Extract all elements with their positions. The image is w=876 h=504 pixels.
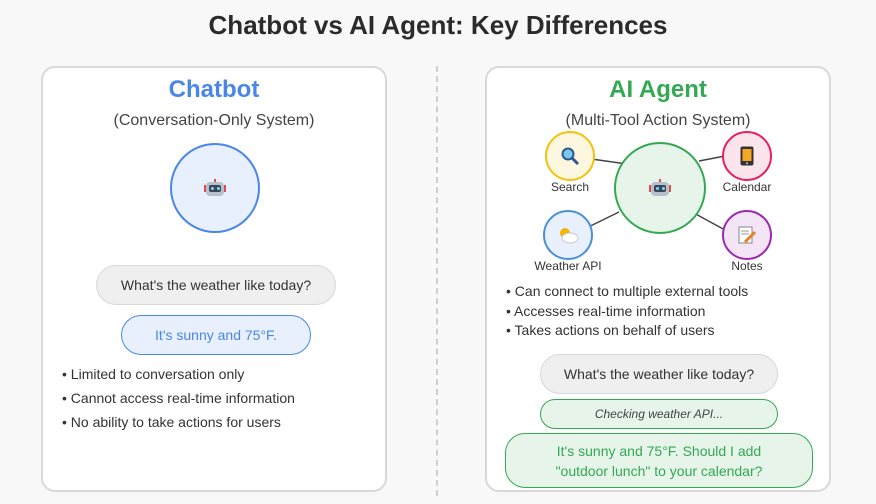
agent-answer-bubble: It's sunny and 75°F. Should I add "outdo… <box>505 433 813 488</box>
chatbot-panel: Chatbot (Conversation-Only System) What'… <box>41 66 387 492</box>
agent-status-bubble: Checking weather API... <box>540 399 778 429</box>
weather-tool-node <box>543 210 593 260</box>
chatbot-robot-circle <box>170 143 260 233</box>
chatbot-bullet: Cannot access real-time information <box>62 386 295 410</box>
search-tool-node <box>545 131 595 181</box>
calendar-label: Calendar <box>722 180 772 194</box>
agent-capabilities-list: Can connect to multiple external tools A… <box>506 282 748 341</box>
robot-icon <box>649 179 671 197</box>
robot-icon <box>204 179 226 197</box>
chatbot-bullet: Limited to conversation only <box>62 362 295 386</box>
weather-api-label: Weather API <box>534 259 602 273</box>
page-title: Chatbot vs AI Agent: Key Differences <box>208 10 668 40</box>
memo-icon <box>738 226 757 244</box>
search-icon <box>561 147 580 166</box>
agent-bullet: Accesses real-time information <box>506 302 748 322</box>
agent-status-text: Checking weather API... <box>594 407 724 421</box>
chatbot-question-bubble: What's the weather like today? <box>96 265 336 305</box>
phone-icon <box>740 146 754 166</box>
agent-bullet: Can connect to multiple external tools <box>506 282 748 302</box>
chatbot-title: Chatbot <box>168 76 260 103</box>
chatbot-subtitle: (Conversation-Only System) <box>113 112 315 129</box>
center-divider <box>436 66 438 496</box>
sun-cloud-icon <box>560 228 579 244</box>
agent-bullet: Takes actions on behalf of users <box>506 321 748 341</box>
agent-answer-line: It's sunny and 75°F. Should I add <box>556 442 762 459</box>
search-label: Search <box>550 180 590 194</box>
agent-answer-line: "outdoor lunch" to your calendar? <box>555 462 763 479</box>
agent-panel: AI Agent (Multi-Tool Action System) Sear… <box>485 66 831 492</box>
agent-question-bubble: What's the weather like today? <box>540 354 778 394</box>
chatbot-bullet: No ability to take actions for users <box>62 410 295 434</box>
notes-tool-node <box>722 210 772 260</box>
tool-connections <box>569 155 726 237</box>
agent-robot-circle <box>614 142 706 234</box>
chatbot-limitations-list: Limited to conversation only Cannot acce… <box>62 362 295 434</box>
agent-question-text: What's the weather like today? <box>563 366 755 382</box>
chatbot-answer-text: It's sunny and 75°F. <box>155 327 277 343</box>
calendar-tool-node <box>722 131 772 181</box>
notes-label: Notes <box>731 259 763 273</box>
chatbot-question-text: What's the weather like today? <box>120 277 312 293</box>
chatbot-answer-bubble: It's sunny and 75°F. <box>121 315 311 355</box>
